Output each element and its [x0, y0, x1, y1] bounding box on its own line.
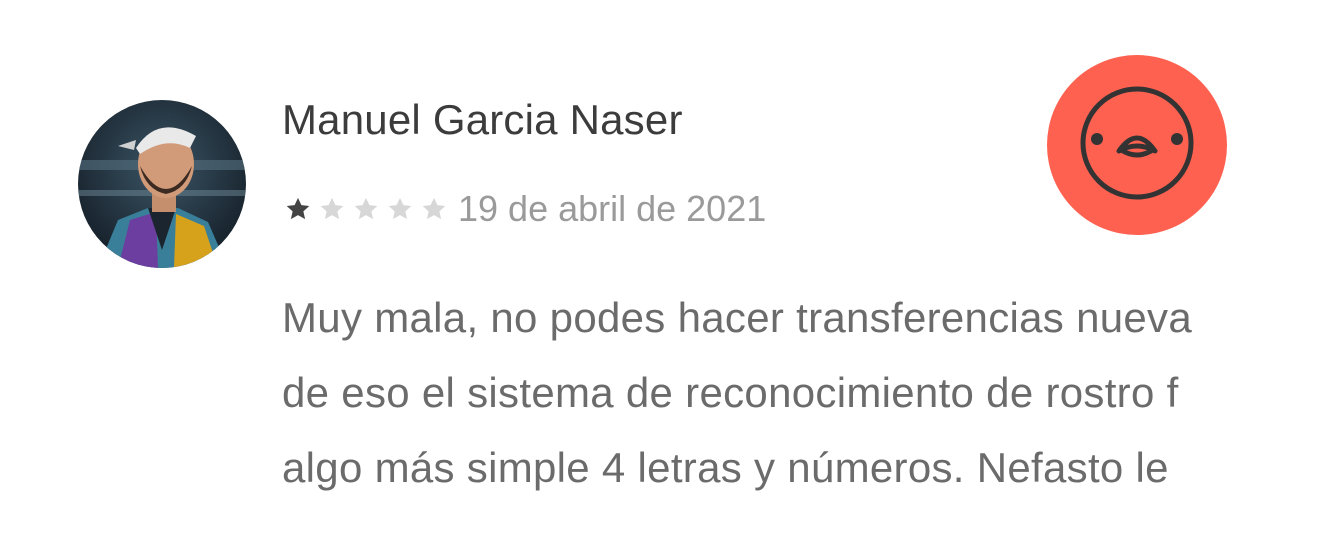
- reviewer-name: Manuel Garcia Naser: [282, 96, 683, 143]
- reviewer-avatar[interactable]: [78, 100, 246, 268]
- star-rating: [284, 195, 454, 223]
- star-filled-icon: [286, 197, 310, 220]
- angry-face-icon: [1047, 55, 1227, 235]
- star-empty-icon: [388, 197, 412, 220]
- review-date: 19 de abril de 2021: [458, 188, 767, 229]
- review-text: Muy mala, no podes hacer transferencias …: [282, 280, 1330, 505]
- star-empty-icon: [320, 197, 344, 220]
- star-empty-icon: [354, 197, 378, 220]
- avatar-photo: [78, 100, 246, 268]
- rating-row: 19 de abril de 2021: [284, 184, 766, 234]
- review-card: Manuel Garcia Naser 19 de abril de 2021 …: [0, 0, 1330, 550]
- review-text-line: Muy mala, no podes hacer transferencias …: [282, 294, 1192, 341]
- review-text-line: de eso el sistema de reconocimiento de r…: [282, 369, 1179, 416]
- star-empty-icon: [422, 197, 446, 220]
- review-text-line: algo más simple 4 letras y números. Nefa…: [282, 444, 1169, 491]
